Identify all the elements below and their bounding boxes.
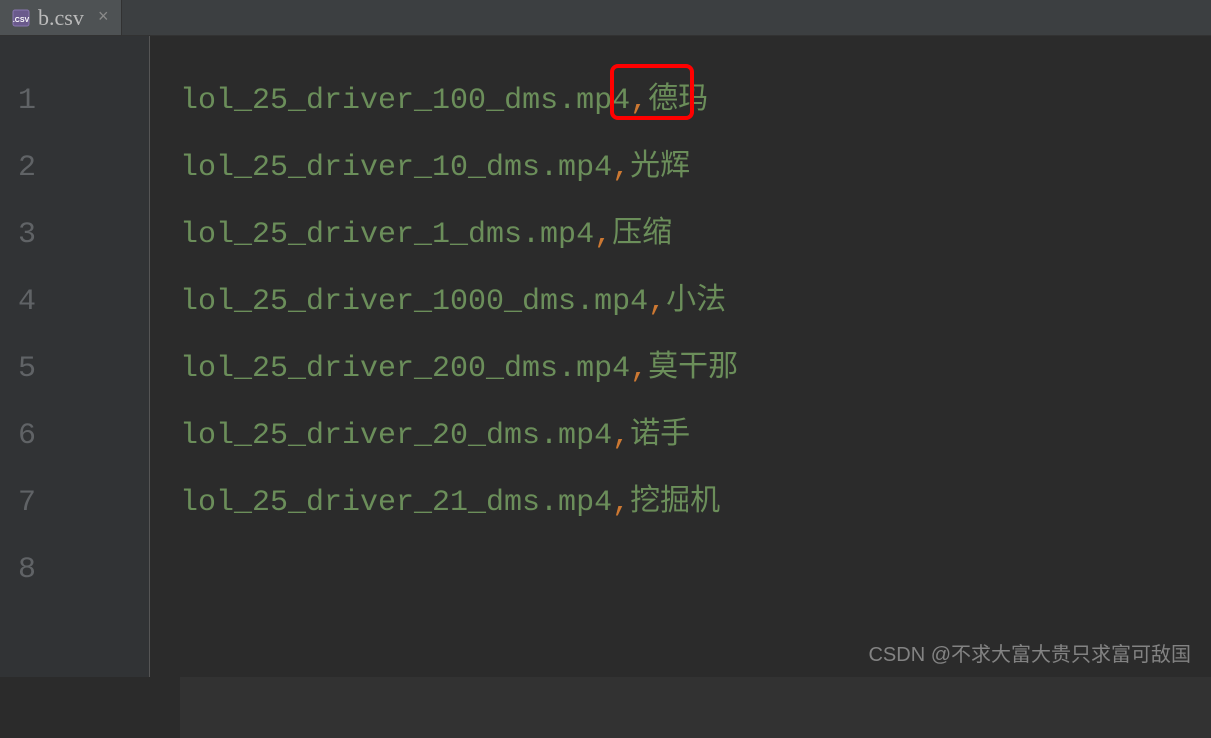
- code-comma: ,: [612, 419, 630, 453]
- code-comma: ,: [612, 486, 630, 520]
- code-text: 莫干那: [648, 352, 738, 386]
- code-text-highlighted: 100: [432, 84, 486, 118]
- close-tab-icon[interactable]: ×: [98, 8, 109, 28]
- line-number: 7: [0, 470, 149, 537]
- code-line: lol_25_driver_100_dms.mp4,德玛: [180, 68, 1211, 135]
- line-number: 2: [0, 135, 149, 202]
- code-text: lol_25_driver_1000_dms.mp4: [180, 285, 648, 319]
- file-tab[interactable]: .CSV b.csv ×: [0, 0, 122, 35]
- code-text: 诺手: [630, 419, 690, 453]
- editor-area: 1 2 3 4 5 6 7 8 lol_25_driver_100_dms.mp…: [0, 36, 1211, 677]
- code-text: lol_25_driver_: [180, 84, 432, 118]
- code-text: 压缩: [612, 218, 672, 252]
- line-number: 4: [0, 269, 149, 336]
- code-text: 挖掘机: [630, 486, 720, 520]
- code-text: _dms.mp4: [486, 84, 630, 118]
- line-number: 5: [0, 336, 149, 403]
- code-comma: ,: [630, 84, 648, 118]
- code-comma: ,: [630, 352, 648, 386]
- code-comma: ,: [648, 285, 666, 319]
- code-line: lol_25_driver_200_dms.mp4,莫干那: [180, 336, 1211, 403]
- current-line-highlight: [180, 671, 1211, 738]
- code-line-empty: [180, 537, 1211, 604]
- code-content-area[interactable]: lol_25_driver_100_dms.mp4,德玛 lol_25_driv…: [150, 36, 1211, 677]
- tab-bar: .CSV b.csv ×: [0, 0, 1211, 36]
- code-text: lol_25_driver_20_dms.mp4: [180, 419, 612, 453]
- code-comma: ,: [612, 151, 630, 185]
- code-text: lol_25_driver_200_dms.mp4: [180, 352, 630, 386]
- watermark-text: CSDN @不求大富大贵只求富可敌国: [868, 638, 1191, 667]
- code-line: lol_25_driver_21_dms.mp4,挖掘机: [180, 470, 1211, 537]
- tab-filename: b.csv: [38, 5, 84, 31]
- code-text: 光辉: [630, 151, 690, 185]
- code-text: 德玛: [648, 84, 708, 118]
- line-number: 3: [0, 202, 149, 269]
- code-line: lol_25_driver_10_dms.mp4,光辉: [180, 135, 1211, 202]
- code-text: lol_25_driver_10_dms.mp4: [180, 151, 612, 185]
- line-number-gutter: 1 2 3 4 5 6 7 8: [0, 36, 150, 677]
- code-line: lol_25_driver_1_dms.mp4,压缩: [180, 202, 1211, 269]
- code-text: 小法: [666, 285, 726, 319]
- code-line: lol_25_driver_20_dms.mp4,诺手: [180, 403, 1211, 470]
- code-line: lol_25_driver_1000_dms.mp4,小法: [180, 269, 1211, 336]
- svg-text:.CSV: .CSV: [13, 17, 30, 24]
- code-comma: ,: [594, 218, 612, 252]
- line-number: 6: [0, 403, 149, 470]
- csv-file-icon: .CSV: [12, 9, 30, 27]
- line-number: 1: [0, 68, 149, 135]
- code-text: lol_25_driver_1_dms.mp4: [180, 218, 594, 252]
- line-number: 8: [0, 537, 149, 604]
- code-text: lol_25_driver_21_dms.mp4: [180, 486, 612, 520]
